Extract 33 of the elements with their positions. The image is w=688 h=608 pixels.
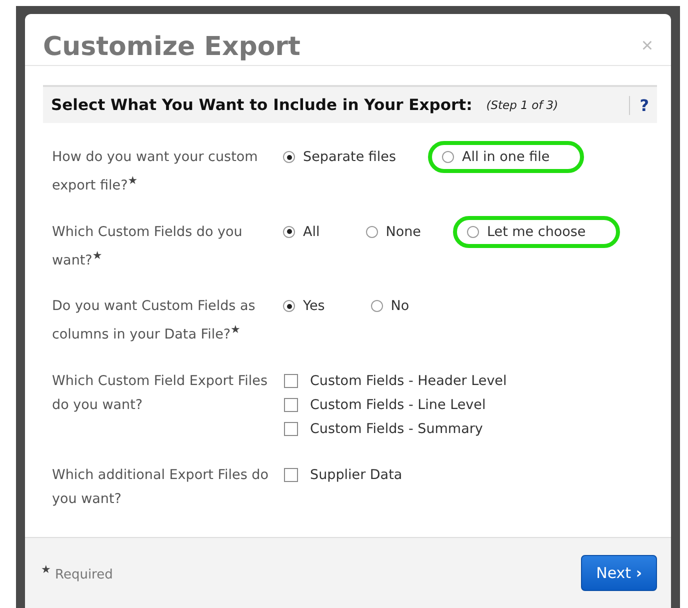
step-indicator: (Step 1 of 3) <box>486 98 558 112</box>
radio-option[interactable]: Let me choose <box>452 216 620 248</box>
question-label: Do you want Custom Fields as columns in your Data File?$^{★}$ <box>52 297 256 344</box>
radio-button[interactable] <box>283 226 295 238</box>
checkbox[interactable] <box>284 422 298 436</box>
required-note: $^{★}$ Required <box>41 563 113 583</box>
checkbox-option[interactable]: Custom Fields - Header Level <box>284 368 507 392</box>
question-label: Which Custom Fields do you want?$^{★}$ <box>52 222 244 270</box>
radio-option[interactable]: None <box>352 216 439 248</box>
radio-option[interactable]: No <box>356 290 428 322</box>
radio-button[interactable] <box>442 151 454 163</box>
radio-button[interactable] <box>370 300 383 312</box>
radio-option[interactable]: Separate files <box>269 141 414 173</box>
checkbox[interactable] <box>284 398 298 412</box>
dialog-title: Customize Export <box>43 32 300 62</box>
checkbox-option[interactable]: Supplier Data <box>284 462 402 486</box>
question-label: Which Custom Field Export Files do you want? <box>52 372 268 414</box>
section-title: Select What You Want to Include in Your Export: <box>51 96 472 114</box>
radio-button[interactable] <box>283 151 295 163</box>
radio-button[interactable] <box>366 226 378 238</box>
help-link[interactable]: ? <box>628 96 649 114</box>
radio-button[interactable] <box>283 300 295 312</box>
question-label: Which additional Export Files do you want? <box>52 466 269 508</box>
radio-option[interactable]: All <box>269 216 338 248</box>
radio-option[interactable]: Yes <box>269 290 343 322</box>
checkbox[interactable] <box>284 468 298 482</box>
next-button[interactable]: Next › <box>581 555 657 591</box>
radio-button[interactable] <box>466 226 479 238</box>
radio-option[interactable]: All in one file <box>428 141 584 173</box>
checkbox-option[interactable]: Custom Fields - Line Level <box>284 392 507 416</box>
checkbox[interactable] <box>284 374 298 388</box>
checkbox-option[interactable]: Custom Fields - Summary <box>284 416 507 440</box>
question-label: How do you want your custom export file?$^{★}$ <box>52 148 259 196</box>
